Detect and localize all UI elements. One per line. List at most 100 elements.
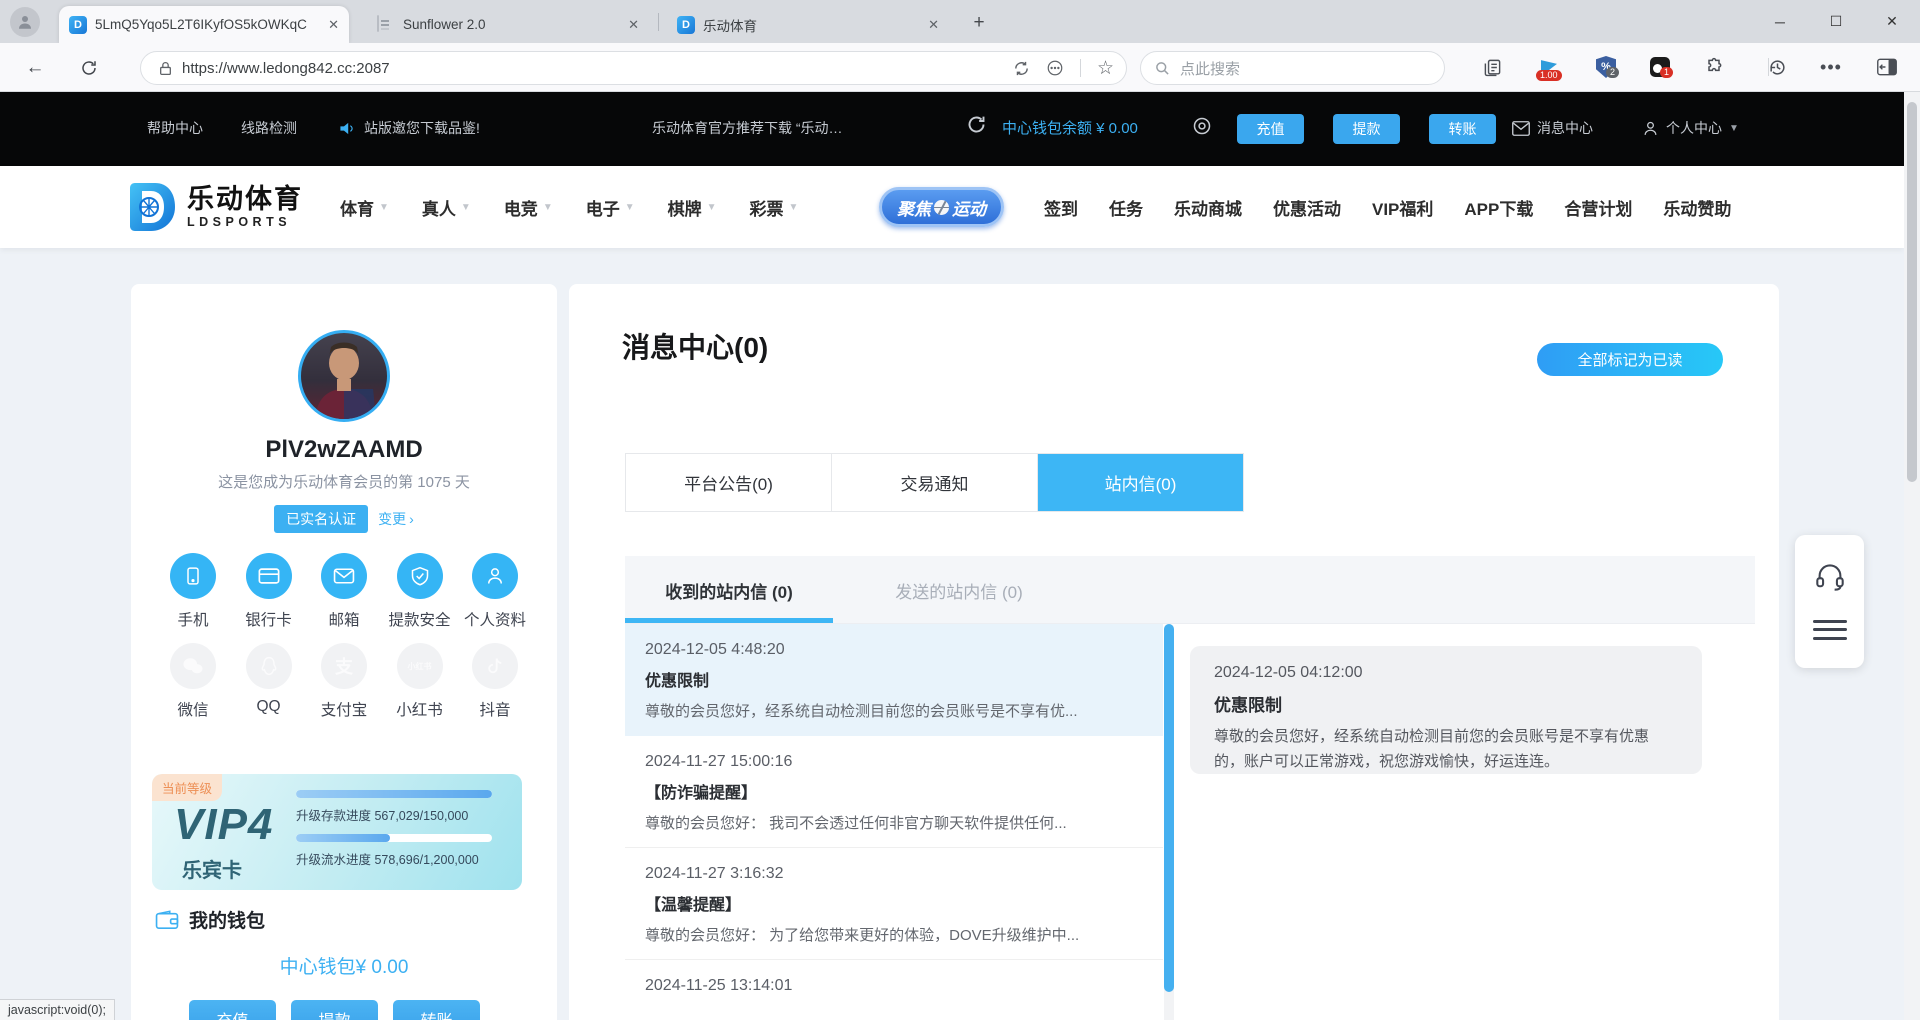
nav-link-checkin[interactable]: 签到 [1044, 195, 1078, 220]
nav-link-promos[interactable]: 优惠活动 [1273, 195, 1341, 220]
split-screen-icon[interactable] [1874, 54, 1900, 80]
envelope-icon [1512, 121, 1530, 136]
avatar[interactable] [298, 330, 390, 422]
withdraw-button[interactable]: 提款 [1333, 114, 1400, 144]
list-item[interactable]: 2024-11-25 13:14:01 [625, 960, 1163, 1020]
nav-menu-live[interactable]: 真人▼ [422, 195, 471, 220]
detail-body: 尊敬的会员您好，经系统自动检测目前您的会员账号是不享有优惠的，账户可以正常游戏，… [1214, 724, 1678, 774]
subtab-sent-mail[interactable]: 发送的站内信 (0) [855, 556, 1063, 624]
bank-card-icon [258, 566, 280, 586]
refresh-button[interactable] [76, 55, 102, 81]
favorite-star-icon[interactable]: ☆ [1097, 57, 1114, 80]
collections-extension-icon[interactable]: 1 [1647, 54, 1673, 80]
vip-level-card[interactable]: 当前等级 VIP4 乐宾卡 升级存款进度 567,029/150,000 升级流… [152, 774, 522, 890]
douyin-binding[interactable]: 抖音 [463, 643, 527, 720]
close-tab-icon[interactable]: ✕ [328, 17, 339, 33]
shield-extension-icon[interactable]: % 2 [1593, 54, 1619, 80]
close-tab-icon[interactable]: ✕ [928, 17, 939, 33]
more-tools-icon[interactable] [1046, 59, 1064, 77]
xiaohongshu-icon: 小红书 [397, 643, 443, 689]
nav-link-vip[interactable]: VIP福利 [1372, 195, 1433, 220]
focus-sports-badge[interactable]: 聚焦 运动 [879, 187, 1004, 227]
mark-all-read-button[interactable]: 全部标记为已读 [1537, 343, 1723, 376]
site-logo[interactable]: 乐动体育 LDSPORTS [125, 181, 303, 233]
wechat-icon [182, 656, 204, 676]
minimize-button[interactable]: ─ [1752, 0, 1808, 43]
wechat-binding[interactable]: 微信 [161, 643, 225, 720]
maximize-button[interactable]: ☐ [1808, 0, 1864, 43]
announcement-link[interactable]: 站版邀您下载品鉴! [339, 118, 480, 138]
search-box[interactable]: 点此搜索 [1140, 51, 1445, 85]
phone-binding[interactable]: 手机 [161, 553, 225, 630]
marquee-text: 乐动体育官方推荐下载 “乐动… [652, 118, 877, 138]
menu-lines-icon[interactable] [1813, 620, 1847, 640]
chevron-down-icon: ▼ [789, 202, 799, 213]
extensions-puzzle-icon[interactable] [1701, 54, 1727, 80]
nav-link-mall[interactable]: 乐动商城 [1174, 195, 1242, 220]
balance-visibility-icon[interactable] [1192, 116, 1212, 136]
brand-name-en: LDSPORTS [187, 215, 303, 229]
nav-link-tasks[interactable]: 任务 [1109, 195, 1143, 220]
line-check-link[interactable]: 线路检测 [241, 118, 297, 138]
help-center-link[interactable]: 帮助中心 [147, 118, 203, 138]
nav-link-sponsor[interactable]: 乐动赞助 [1663, 195, 1731, 220]
profile-sidebar: PlV2wZAAMD 这是您成为乐动体育会员的第 1075 天 已实名认证 变更… [131, 284, 557, 1020]
nav-menu-slots[interactable]: 电子▼ [586, 195, 635, 220]
nav-menu-lottery[interactable]: 彩票▼ [750, 195, 799, 220]
customer-service-icon[interactable] [1815, 563, 1845, 591]
close-window-button[interactable]: ✕ [1864, 0, 1920, 43]
list-item[interactable]: 2024-11-27 15:00:16 【防诈骗提醒】 尊敬的会员您好： 我司不… [625, 736, 1163, 848]
bankcard-binding[interactable]: 银行卡 [237, 553, 301, 630]
tab-ledong-encoded[interactable]: D 5LmQ5Yqo5L2T6IKyfOS5kOWKqC ✕ [59, 6, 349, 43]
list-scrollbar[interactable] [1164, 624, 1174, 1020]
tab-transaction-notices[interactable]: 交易通知 [832, 454, 1038, 511]
wallet-buttons: 充值 提款 转账 [189, 1000, 480, 1020]
wallet-refresh-icon[interactable] [966, 114, 987, 135]
new-tab-button[interactable]: + [966, 10, 992, 36]
nav-menu-sports[interactable]: 体育▼ [340, 195, 389, 220]
list-scrollbar-thumb[interactable] [1164, 624, 1174, 992]
settings-menu-icon[interactable]: ••• [1818, 54, 1844, 80]
transfer-button[interactable]: 转账 [393, 1000, 480, 1020]
active-subtab-underline [625, 618, 833, 623]
url-text[interactable]: https://www.ledong842.cc:2087 [182, 60, 997, 77]
profile-info-binding[interactable]: 个人资料 [463, 553, 527, 630]
tab-inbox-mail[interactable]: 站内信(0) [1038, 454, 1243, 511]
transfer-button[interactable]: 转账 [1429, 114, 1496, 144]
personal-center-link[interactable]: 个人中心 ▼ [1642, 118, 1739, 138]
tab-platform-announcements[interactable]: 平台公告(0) [626, 454, 832, 511]
deposit-button[interactable]: 充值 [189, 1000, 276, 1020]
nav-link-affiliate[interactable]: 合营计划 [1564, 195, 1632, 220]
lock-icon[interactable] [159, 61, 172, 76]
translate-icon[interactable] [1013, 60, 1030, 77]
close-tab-icon[interactable]: ✕ [628, 17, 639, 33]
nav-menu-chess[interactable]: 棋牌▼ [668, 195, 717, 220]
page-scrollbar[interactable] [1904, 92, 1920, 1020]
message-center-link[interactable]: 消息中心 [1512, 118, 1593, 138]
reading-list-icon[interactable] [1479, 54, 1505, 80]
list-item[interactable]: 2024-11-27 3:16:32 【温馨提醒】 尊敬的会员您好： 为了给您带… [625, 848, 1163, 960]
xiaohongshu-binding[interactable]: 小红书 小红书 [388, 643, 452, 720]
nav-link-app[interactable]: APP下载 [1464, 195, 1533, 220]
list-item[interactable]: 2024-12-05 4:48:20 优惠限制 尊敬的会员您好，经系统自动检测目… [625, 624, 1163, 736]
email-binding[interactable]: 邮箱 [312, 553, 376, 630]
alipay-binding[interactable]: 支 支付宝 [312, 643, 376, 720]
withdraw-safety-binding[interactable]: 提款安全 [388, 553, 452, 630]
qq-binding[interactable]: QQ [237, 643, 301, 720]
window-controls: ─ ☐ ✕ [1752, 0, 1920, 43]
flag-extension-icon[interactable]: 1.00 [1536, 54, 1562, 80]
withdraw-button[interactable]: 提款 [291, 1000, 378, 1020]
change-link[interactable]: 变更› [378, 509, 414, 529]
page-scrollbar-thumb[interactable] [1907, 102, 1917, 482]
tab-sunflower[interactable]: Sunflower 2.0 ✕ [367, 6, 649, 43]
deposit-button[interactable]: 充值 [1237, 114, 1304, 144]
address-bar[interactable]: https://www.ledong842.cc:2087 ☆ [140, 51, 1127, 85]
back-button[interactable]: ← [22, 55, 48, 81]
nav-menu-esports[interactable]: 电竞▼ [504, 195, 553, 220]
chevron-down-icon: ▼ [543, 202, 553, 213]
history-icon[interactable] [1764, 54, 1790, 80]
tab-ledong[interactable]: D 乐动体育 ✕ [667, 6, 949, 43]
subtab-received-mail[interactable]: 收到的站内信 (0) [625, 556, 833, 624]
speaker-icon [339, 121, 356, 136]
browser-profile-avatar[interactable] [10, 7, 40, 37]
